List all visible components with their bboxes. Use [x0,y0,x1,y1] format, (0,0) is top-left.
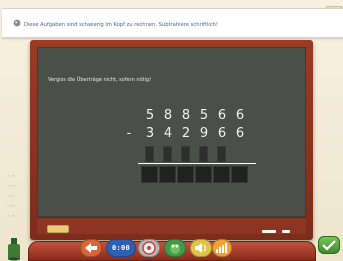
answer-input[interactable] [177,166,194,183]
subtrahend-digit: 9 [199,126,209,141]
progress-button[interactable] [212,239,232,257]
ok-button[interactable] [318,236,340,254]
minuend-row: 5 8 8 5 6 6 [140,108,260,124]
pin-icon [13,19,21,27]
sponge-icon[interactable] [47,225,69,233]
carry-input[interactable] [145,146,154,162]
carry-input[interactable] [181,146,190,162]
minuend-digit: 5 [145,108,155,123]
answer-input[interactable] [195,166,212,183]
audio-button[interactable] [190,239,212,257]
speaker-icon [195,243,207,253]
chalk-icon [262,230,276,233]
answer-input[interactable] [159,166,176,183]
hint-button[interactable] [80,239,102,257]
minus-sign: - [126,126,132,141]
answer-input[interactable] [213,166,230,183]
clock-text: 0:00 [111,244,131,252]
instruction-banner: Diese Aufgaben sind schwierig im Kopf zu… [2,8,343,38]
help-button[interactable] [138,239,160,257]
face-icon [142,241,156,255]
wall-decoration: 〰〰〰〰〰 [7,170,16,220]
subtrahend-digit: 6 [217,126,227,141]
arrow-left-icon [85,243,97,253]
carry-input[interactable] [163,146,172,162]
minuend-digit: 6 [217,108,227,123]
minuend-digit: 5 [199,108,209,123]
minuend-digit: 8 [163,108,173,123]
subtrahend-row: - 3 4 2 9 6 6 [126,126,260,142]
bar-chart-icon [216,243,227,253]
minuend-digit: 6 [235,108,245,123]
carry-input[interactable] [199,146,208,162]
hint-text: Vergiss die Überträge nicht, sofern nöti… [48,77,152,83]
ink-bottle-icon[interactable] [4,236,24,261]
carry-input[interactable] [217,146,226,162]
timer-display: 0:00 [106,239,136,257]
subtrahend-digit: 6 [235,126,245,141]
subtrahend-digit: 4 [163,126,173,141]
minuend-digit: 8 [181,108,191,123]
subtrahend-digit: 3 [145,126,155,141]
chalk-icon [282,230,290,233]
character-button[interactable] [164,239,186,257]
subtrahend-digit: 2 [181,126,191,141]
answer-input[interactable] [141,166,158,183]
instruction-text: Diese Aufgaben sind schwierig im Kopf zu… [24,22,218,28]
answer-input[interactable] [231,166,248,183]
checkmark-icon [322,240,336,251]
result-line [138,163,256,164]
frog-icon [170,244,180,254]
